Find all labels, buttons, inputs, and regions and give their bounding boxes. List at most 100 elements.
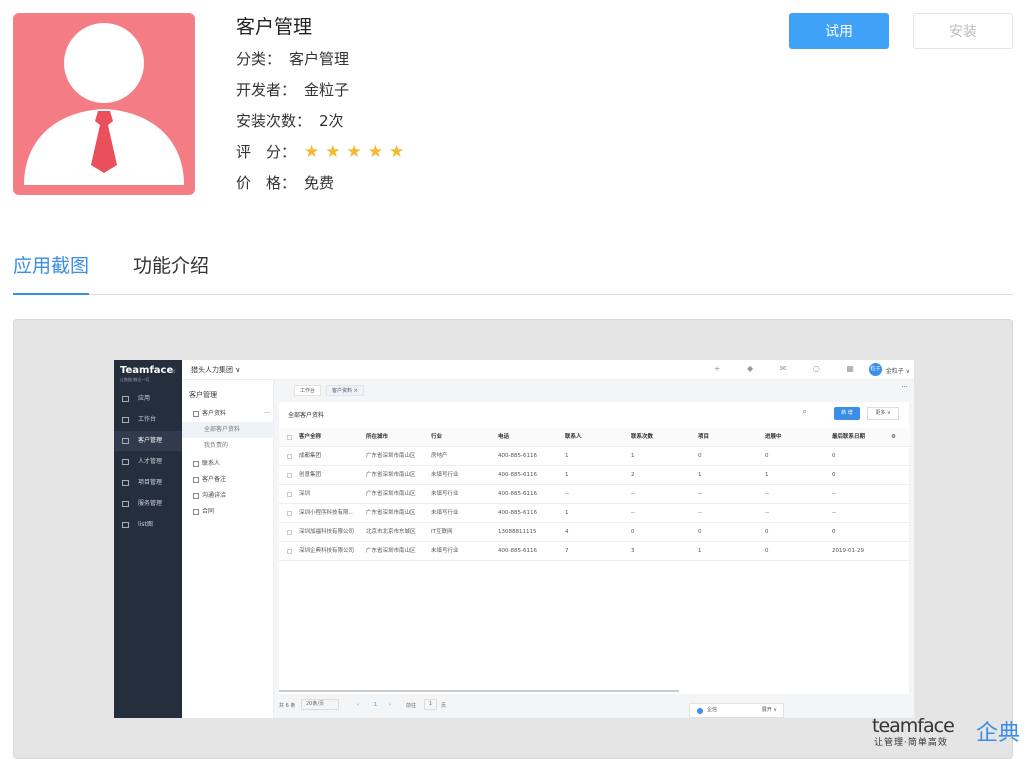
developer-value: 金粒子 [304,81,350,99]
table-row: 成都集团 广东省深圳市南山区 房地产 400-885-6116 1 1 0 0 0 [279,447,911,466]
horizontal-scrollbar [279,690,679,692]
more-icon: ··· [901,383,908,391]
table-cell: 0 [765,529,769,535]
user-icon [122,438,129,444]
top-bar: 猎头人力集团 ∨ + ◆ ✉ ○ ▦ 粒子 金粒子 ∨ [182,360,914,380]
sub-nav-item: 客户资料 ··· [182,406,274,422]
table-cell: 0 [832,529,836,535]
table-row: 深圳小程序科技有限... 广东省深圳市南山区 未填写行业 400-885-6116 1 -… [279,504,911,523]
column-header: 项目 [698,434,710,440]
table-row: 创意集团 广东省深圳市南山区 未填写行业 400-885-6116 1 2 1 1 0 [279,466,911,485]
table-cell: 0 [765,548,769,554]
data-card: 全部客户资料 ⌕ 新 增 更多 ∨ 客户全称 所在城市 行业 电话 联系人 联系次数 项目 进… [279,402,911,694]
brand-slogan: 让数据·触达一切 [120,377,150,382]
page-size-select: 20条/页 [301,699,339,710]
table-cell: 1 [631,453,635,459]
more-button: 更多 ∨ [867,407,899,420]
checkbox [287,511,292,516]
table-cell: -- [631,491,635,497]
watermark-brand: teamface [872,715,955,737]
sidebar-item-list: list图 [114,515,182,535]
note-icon [193,477,199,483]
chat-icon [697,708,703,714]
table-cell: 深圳企典科技有限公司 [299,548,355,554]
table-cell: 广东省深圳市南山区 [366,548,416,554]
search-icon: ⌕ [802,407,808,417]
rating-row: 评 分： ★★★★★ [236,137,410,168]
table-cell: 广东省深圳市南山区 [366,453,416,459]
avatar: 粒子 [869,363,882,376]
table-cell: 1 [698,548,702,554]
developer-row: 开发者： 金粒子 [236,75,410,106]
content-area: 工作台 客户资料 × ··· 全部客户资料 ⌕ 新 增 更多 ∨ 客户全称 所在城… [274,380,914,718]
table-cell: 0 [832,453,836,459]
page-tab: 工作台 [294,385,322,396]
checkbox [287,473,292,478]
table-cell: 广东省深圳市南山区 [366,472,416,478]
user-name: 金粒子 ∨ [885,368,910,375]
installs-value: 2次 [319,112,344,130]
sub-nav-item: 客户备注 [182,472,274,488]
table-cell: -- [765,510,769,516]
tab-features[interactable]: 功能介绍 [133,250,209,295]
table-cell: -- [698,510,702,516]
card-title: 全部客户资料 [288,412,325,419]
price-value: 免费 [304,174,335,192]
table-cell: 1 [698,472,702,478]
table-cell: 0 [698,453,702,459]
sidebar-item-label: 项目管理 [138,479,163,486]
category-label: 分类： [236,50,282,68]
tab-screenshots[interactable]: 应用截图 [13,250,90,295]
table-cell: 房地产 [431,453,448,459]
table-cell: 400-885-6116 [498,472,537,478]
table-cell: 400-885-6116 [498,453,537,459]
developer-label: 开发者： [236,81,297,99]
table-cell: 400-885-6116 [498,548,537,554]
table-cell: -- [565,491,569,497]
installs-label: 安装次数： [236,112,312,130]
table-cell: -- [698,491,702,497]
user-avatar-icon [24,23,184,185]
next-icon: › [389,702,391,708]
try-button[interactable]: 试用 [789,13,889,49]
total-count: 共 6 条 [279,703,296,709]
table-cell: -- [832,510,836,516]
table-cell: 0 [832,472,836,478]
column-header: 最后联系日期 [832,434,866,440]
sidebar-item-label: 服务管理 [138,500,163,507]
table-cell: 400-885-6116 [498,491,537,497]
checkbox [287,549,292,554]
monitor-icon [122,417,129,423]
list-icon [122,522,129,528]
sub-nav-item: 沟通详洽 [182,488,274,504]
table-cell: 4 [565,529,569,535]
rating-label: 评 分： [236,143,297,161]
watermark-cn: 企典 [976,721,1021,746]
chat-name: 企信 [707,707,718,713]
price-label: 价 格： [236,174,297,192]
chart-icon [193,493,199,499]
table-header: 客户全称 所在城市 行业 电话 联系人 联系次数 项目 进展中 最后联系日期 ⚙ [279,428,911,447]
table-cell: -- [765,491,769,497]
watermark-logo: teamface 让管理·简单高效 企典 [872,715,1024,748]
sidebar-item-apps: 应用 [114,389,182,409]
table-cell: 1 [565,472,569,478]
table-row: 深圳加福科技有限公司 北京市北京市东城区 IT互联网 13088811115 4 0 0 0 0 [279,523,911,542]
table-cell: 创意集团 [299,472,322,478]
sub-nav-item: 合同 [182,504,274,520]
sidebar-item-talent: 人才管理 [114,452,182,472]
rating-stars-icon: ★★★★★ [304,142,411,162]
table-cell: 深圳 [299,491,311,497]
install-button[interactable]: 安装 [913,13,1013,49]
sidebar-item-workbench: 工作台 [114,410,182,430]
new-button: 新 增 [834,407,860,420]
checkbox [287,454,292,459]
table-cell: 0 [698,529,702,535]
table-cell: 1 [565,510,569,516]
category-row: 分类： 客户管理 [236,44,410,75]
sub-nav: 客户管理 客户资料 ··· 全部客户资料 我负责的 联系人 客户备注 沟通详洽 合… [182,380,274,718]
table-row: 深圳企典科技有限公司 广东省深圳市南山区 未填写行业 400-885-6116 7 3 1 0… [279,542,911,561]
table-cell: 广东省深圳市南山区 [366,510,416,516]
sidebar-item-label: 客户管理 [138,437,163,444]
pagination: 共 6 条 20条/页 ‹ 1 › 前往 1 页 [279,698,909,714]
